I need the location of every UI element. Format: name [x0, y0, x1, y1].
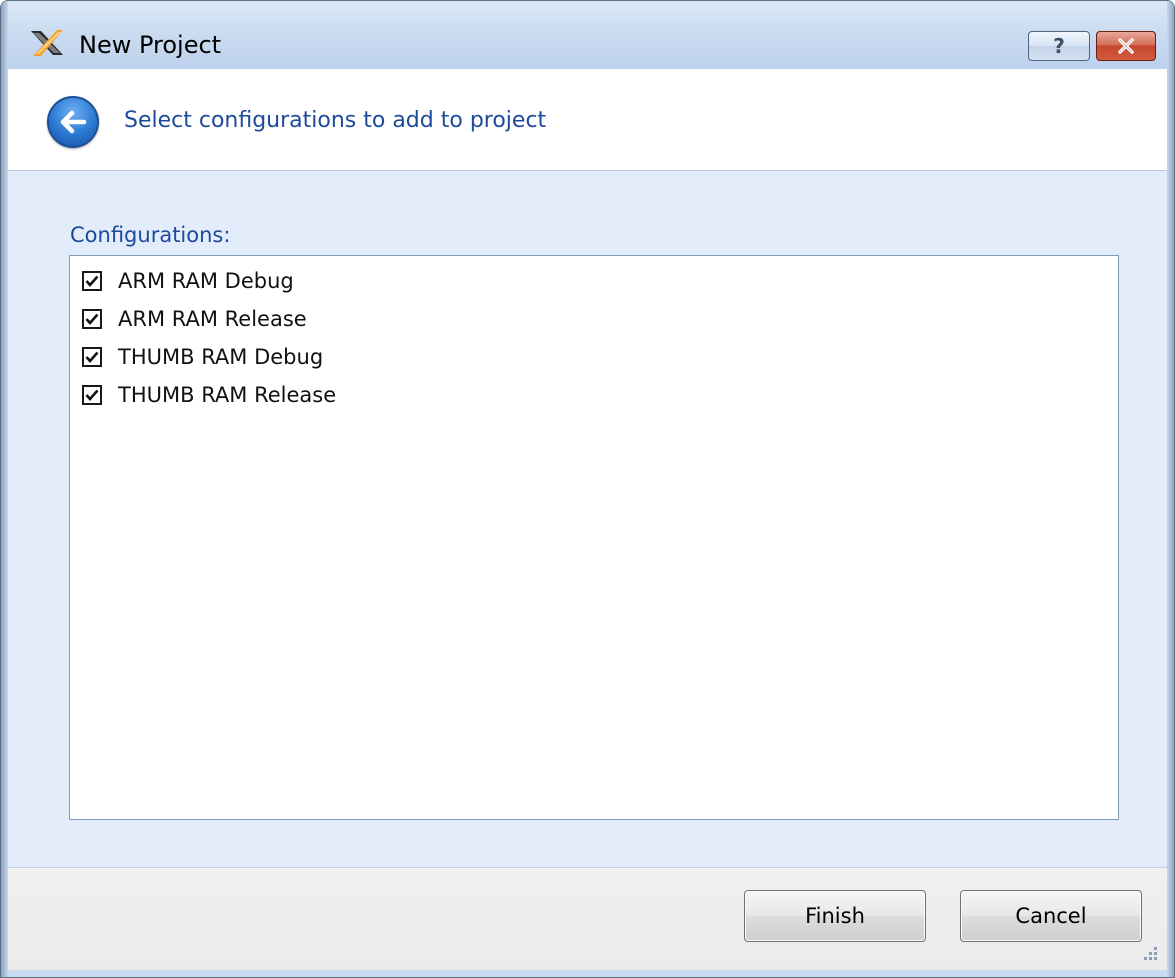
checkmark-icon: [85, 389, 99, 401]
window-frame-left: [1, 1, 8, 977]
back-button[interactable]: [47, 96, 99, 148]
help-button[interactable]: ?: [1028, 31, 1090, 61]
checkmark-icon: [85, 351, 99, 363]
help-icon: ?: [1053, 34, 1065, 58]
list-item-label: ARM RAM Debug: [118, 269, 294, 293]
resize-grip-icon[interactable]: [1141, 944, 1157, 960]
button-footer: Finish Cancel: [8, 868, 1167, 970]
checkbox-arm-ram-debug[interactable]: [82, 271, 102, 291]
cancel-button[interactable]: Cancel: [960, 890, 1142, 942]
checkmark-icon: [85, 313, 99, 325]
list-item-label: THUMB RAM Debug: [118, 345, 324, 369]
list-item-label: ARM RAM Release: [118, 307, 307, 331]
caption-buttons: ?: [1028, 31, 1156, 61]
title-bar[interactable]: New Project ?: [1, 1, 1174, 69]
wizard-header: Select configurations to add to project: [8, 69, 1167, 171]
content-area: Configurations: ARM RAM Debug ARM RAM Re…: [8, 171, 1167, 868]
wizard-heading: Select configurations to add to project: [124, 108, 547, 133]
close-button[interactable]: [1096, 31, 1156, 61]
checkbox-thumb-ram-debug[interactable]: [82, 347, 102, 367]
close-icon: [1118, 38, 1134, 54]
crossed-tools-icon: [31, 30, 63, 56]
new-project-dialog: New Project ? Select configurations to a…: [0, 0, 1175, 978]
configurations-list[interactable]: ARM RAM Debug ARM RAM Release THUMB RAM …: [69, 255, 1119, 820]
checkbox-thumb-ram-release[interactable]: [82, 385, 102, 405]
window-frame-right: [1167, 1, 1174, 977]
list-item[interactable]: ARM RAM Debug: [70, 262, 1118, 300]
list-item-label: THUMB RAM Release: [118, 383, 337, 407]
list-item[interactable]: THUMB RAM Release: [70, 376, 1118, 414]
back-arrow-icon: [60, 110, 87, 134]
finish-button[interactable]: Finish: [744, 890, 926, 942]
list-item[interactable]: ARM RAM Release: [70, 300, 1118, 338]
list-item[interactable]: THUMB RAM Debug: [70, 338, 1118, 376]
configurations-label: Configurations:: [70, 223, 231, 247]
checkmark-icon: [85, 275, 99, 287]
window-title: New Project: [79, 31, 222, 59]
checkbox-arm-ram-release[interactable]: [82, 309, 102, 329]
